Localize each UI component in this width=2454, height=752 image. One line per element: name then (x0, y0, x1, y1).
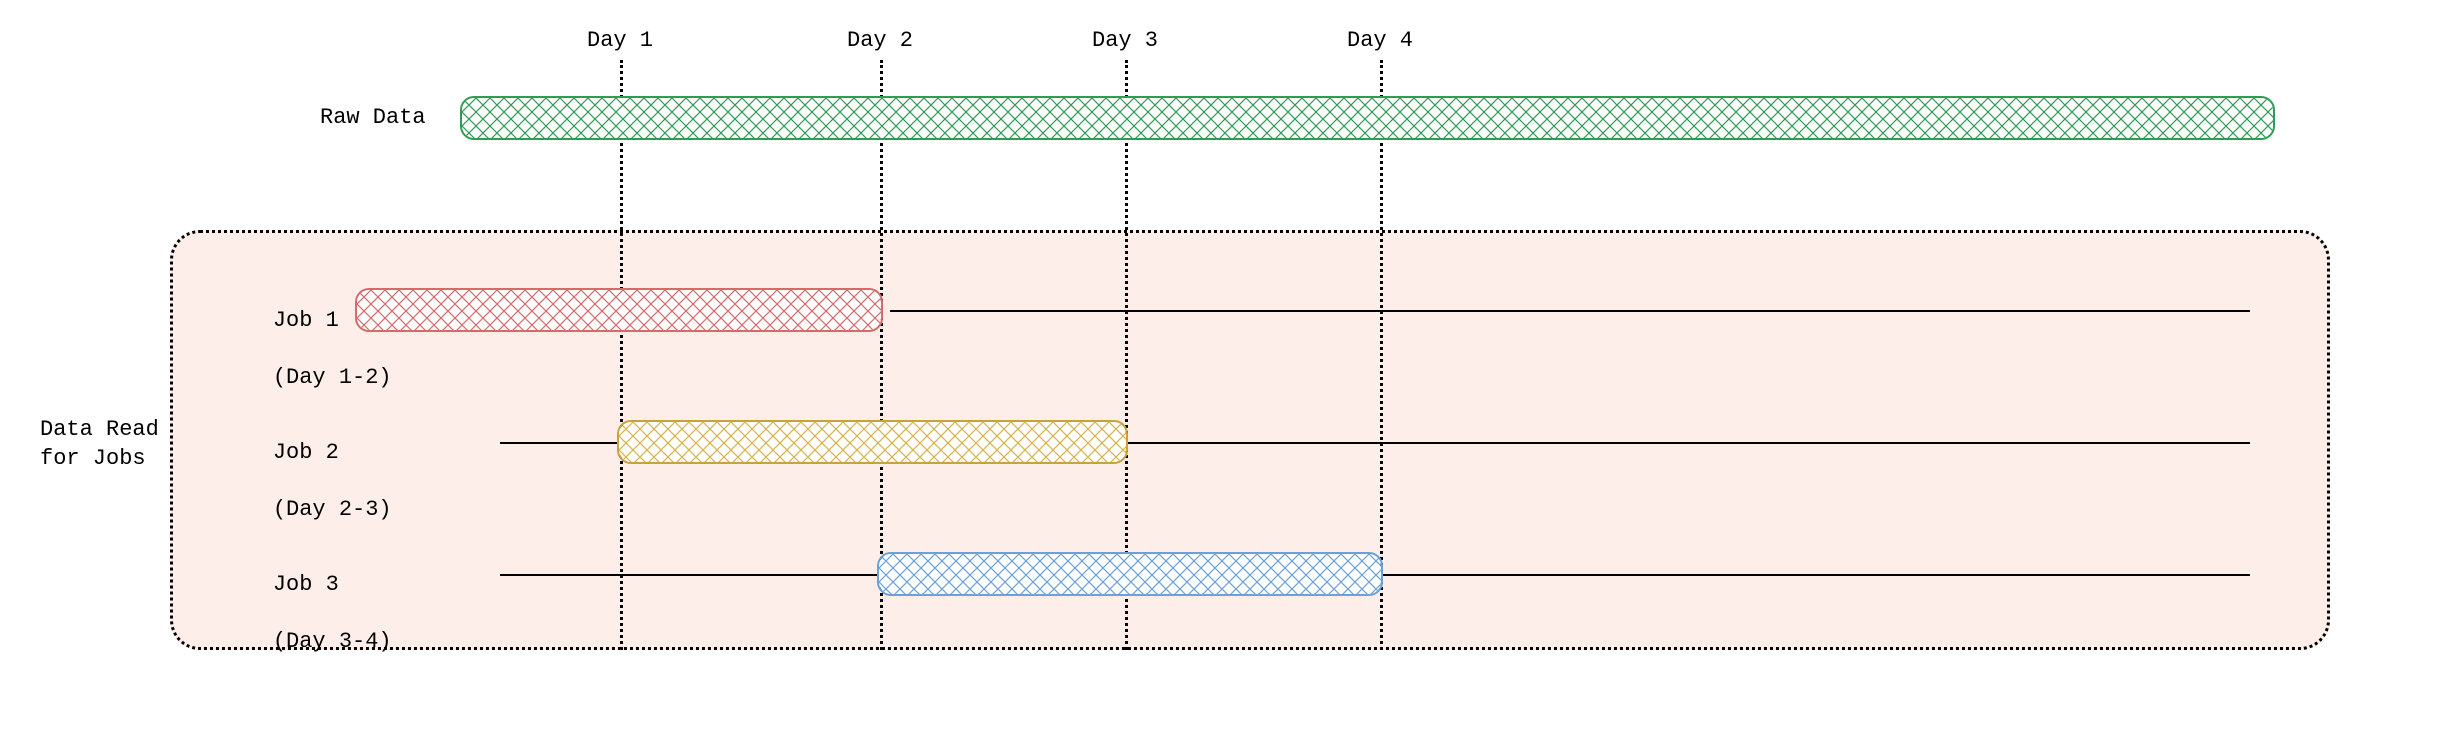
job-2-bar (617, 420, 1128, 464)
day-4-label: Day 4 (1347, 28, 1413, 53)
job-1-rawline (890, 310, 2250, 312)
day-3-label: Day 3 (1092, 28, 1158, 53)
crosshatch-icon (462, 98, 2273, 138)
job-3-label: Job 3 (Day 3-4) (220, 542, 392, 685)
job-1-bar (355, 288, 883, 332)
raw-data-bar (460, 96, 2275, 140)
job-3-range: (Day 3-4) (273, 629, 392, 654)
crosshatch-icon (357, 290, 881, 330)
job-3-bar (877, 552, 1383, 596)
raw-data-label: Raw Data (320, 104, 426, 133)
day-1-line (620, 60, 623, 650)
day-2-label: Day 2 (847, 28, 913, 53)
job-2-name: Job 2 (273, 440, 339, 465)
job-1-name: Job 1 (273, 308, 339, 333)
job-1-range: (Day 1-2) (273, 365, 392, 390)
crosshatch-icon (619, 422, 1126, 462)
day-1-label: Day 1 (587, 28, 653, 53)
group-title: Data Read for Jobs (40, 416, 159, 473)
job-2-label: Job 2 (Day 2-3) (220, 410, 392, 553)
job-3-name: Job 3 (273, 572, 339, 597)
crosshatch-icon (879, 554, 1381, 594)
job-2-range: (Day 2-3) (273, 497, 392, 522)
diagram-canvas: Day 1 Day 2 Day 3 Day 4 Raw Data Data Re… (0, 0, 2454, 752)
